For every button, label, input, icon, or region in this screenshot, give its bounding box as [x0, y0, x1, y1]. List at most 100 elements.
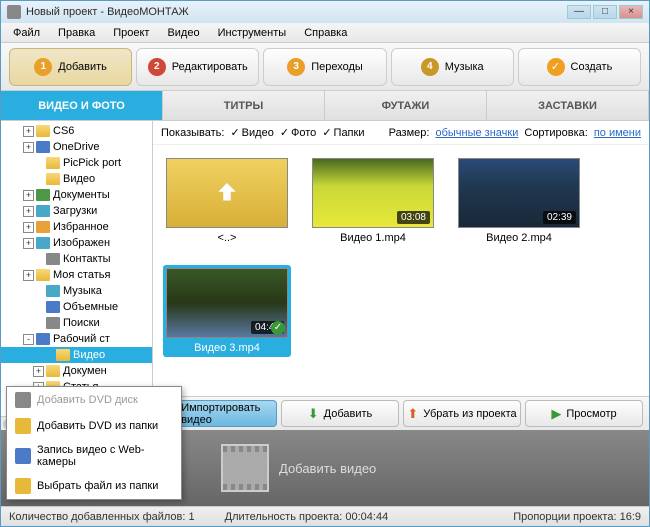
thumb-label: <..>	[218, 232, 237, 244]
tree-item-label: Избранное	[53, 221, 109, 233]
popup-webcam-record[interactable]: Запись видео с Web-камеры	[7, 439, 181, 473]
tree-item-label: Документы	[53, 189, 110, 201]
thumb-label: Видео 1.mp4	[340, 232, 406, 244]
tab-video-photo[interactable]: ВИДЕО И ФОТО	[1, 91, 163, 120]
tree-item[interactable]: Поиски	[1, 315, 152, 331]
folder-icon	[46, 317, 60, 329]
expand-toggle[interactable]: -	[23, 334, 34, 345]
tree-item[interactable]: +Моя статья	[1, 267, 152, 283]
popup-add-dvd-folder[interactable]: Добавить DVD из папки	[7, 413, 181, 439]
expand-toggle	[33, 286, 44, 297]
tree-item-label: PicPick port	[63, 157, 121, 169]
popup-choose-file[interactable]: Выбрать файл из папки	[7, 473, 181, 499]
tree-item[interactable]: Музыка	[1, 283, 152, 299]
folder-icon	[46, 157, 60, 169]
tree-item[interactable]: Видео	[1, 171, 152, 187]
thumb-parent-folder[interactable]: <..>	[163, 155, 291, 247]
step-transitions[interactable]: 3Переходы	[263, 48, 386, 86]
step-create[interactable]: ✓Создать	[518, 48, 641, 86]
timeline-placeholder[interactable]: Добавить видео	[221, 444, 376, 492]
expand-toggle[interactable]: +	[23, 142, 34, 153]
folder-icon	[46, 301, 60, 313]
expand-toggle[interactable]: +	[23, 238, 34, 249]
folder-tree[interactable]: + CS6 + OneDrive PicPick port Видео + Документы…	[1, 121, 153, 416]
tab-footage[interactable]: ФУТАЖИ	[325, 91, 487, 120]
button-label: Убрать из проекта	[423, 408, 516, 420]
tree-item-label: Видео	[63, 173, 95, 185]
tree-item[interactable]: PicPick port	[1, 155, 152, 171]
tree-item[interactable]: + OneDrive	[1, 139, 152, 155]
step-add[interactable]: 1Добавить	[9, 48, 132, 86]
duration-value: 00:04:44	[345, 511, 388, 523]
thumb-video-1[interactable]: 03:08 Видео 1.mp4	[309, 155, 437, 247]
add-button[interactable]: ⬇ Добавить	[281, 400, 399, 427]
menu-help[interactable]: Справка	[296, 25, 355, 41]
expand-toggle[interactable]: +	[23, 206, 34, 217]
tree-item[interactable]: +Загрузки	[1, 203, 152, 219]
files-count-value: 1	[189, 511, 195, 523]
tree-item[interactable]: -Рабочий ст	[1, 331, 152, 347]
expand-toggle[interactable]: +	[23, 222, 34, 233]
size-link[interactable]: обычные значки	[435, 127, 518, 139]
popup-label: Выбрать файл из папки	[37, 480, 158, 492]
disc-icon	[15, 392, 31, 408]
disc-folder-icon	[15, 418, 31, 434]
filter-photo-checkbox[interactable]: ✓ Фото	[280, 126, 317, 139]
tree-item[interactable]: Видео	[1, 347, 152, 363]
folder-icon	[36, 221, 50, 233]
tree-item-label: OneDrive	[53, 141, 99, 153]
tree-item[interactable]: Объемные	[1, 299, 152, 315]
tab-intros[interactable]: ЗАСТАВКИ	[487, 91, 649, 120]
tree-item[interactable]: + Докумен	[1, 363, 152, 379]
step-edit[interactable]: 2Редактировать	[136, 48, 259, 86]
tree-item-label: CS6	[53, 125, 74, 137]
tree-item-label: Докумен	[63, 365, 107, 377]
expand-toggle[interactable]: +	[33, 366, 44, 377]
menu-file[interactable]: Файл	[5, 25, 48, 41]
folder-icon	[46, 365, 60, 377]
aspect-label: Пропорции проекта:	[513, 511, 616, 523]
menu-tools[interactable]: Инструменты	[210, 25, 295, 41]
expand-toggle[interactable]: +	[23, 190, 34, 201]
folder-icon	[46, 285, 60, 297]
filter-folders-checkbox[interactable]: ✓ Папки	[322, 126, 364, 139]
expand-toggle	[43, 350, 54, 361]
expand-toggle[interactable]: +	[23, 126, 34, 137]
button-label: Добавить	[324, 408, 373, 420]
filter-video-checkbox[interactable]: ✓ Видео	[230, 126, 273, 139]
thumb-video-3[interactable]: 04:44 ✓ Видео 3.mp4	[163, 265, 291, 357]
menu-edit[interactable]: Правка	[50, 25, 103, 41]
tree-item[interactable]: Контакты	[1, 251, 152, 267]
subtabs: ВИДЕО И ФОТО ТИТРЫ ФУТАЖИ ЗАСТАВКИ	[1, 91, 649, 121]
film-icon	[221, 444, 269, 492]
expand-toggle	[33, 254, 44, 265]
show-label: Показывать:	[161, 127, 224, 139]
menu-video[interactable]: Видео	[159, 25, 207, 41]
menu-project[interactable]: Проект	[105, 25, 157, 41]
timeline-label: Добавить видео	[279, 461, 376, 476]
step-label: Редактировать	[172, 61, 248, 73]
folder-icon	[36, 189, 50, 201]
menubar: Файл Правка Проект Видео Инструменты Спр…	[1, 23, 649, 43]
step-label: Создать	[571, 61, 613, 73]
tree-item[interactable]: + Избранное	[1, 219, 152, 235]
maximize-button[interactable]: □	[593, 5, 617, 19]
thumb-label: Видео 2.mp4	[486, 232, 552, 244]
tree-item[interactable]: +Изображен	[1, 235, 152, 251]
thumb-video-2[interactable]: 02:39 Видео 2.mp4	[455, 155, 583, 247]
popup-add-dvd-disc: Добавить DVD диск	[7, 387, 181, 413]
tab-titles[interactable]: ТИТРЫ	[163, 91, 325, 120]
preview-button[interactable]: ▶ Просмотр	[525, 400, 643, 427]
remove-button[interactable]: ⬆ Убрать из проекта	[403, 400, 521, 427]
duration-badge: 03:08	[397, 211, 430, 224]
sort-link[interactable]: по имени	[594, 127, 641, 139]
expand-toggle[interactable]: +	[23, 270, 34, 281]
minimize-button[interactable]: —	[567, 5, 591, 19]
popup-label: Добавить DVD из папки	[37, 420, 158, 432]
folder-icon	[56, 349, 70, 361]
tree-item[interactable]: + Документы	[1, 187, 152, 203]
step-music[interactable]: 4Музыка	[391, 48, 514, 86]
tree-item[interactable]: + CS6	[1, 123, 152, 139]
folder-icon	[46, 173, 60, 185]
close-button[interactable]: ×	[619, 5, 643, 19]
